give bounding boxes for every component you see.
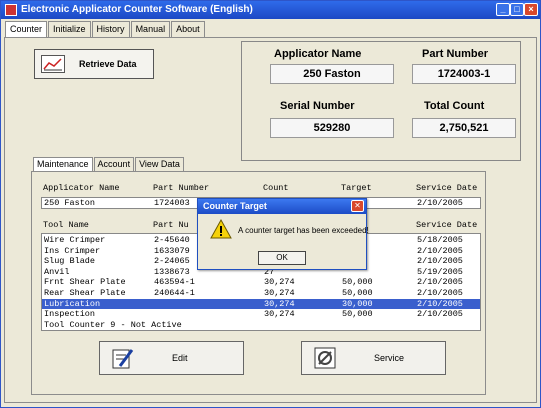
tool-target: 50,000 [342,277,373,288]
tool-name: Ins Crimper [44,245,101,256]
tool-service-date: 5/19/2005 [417,266,463,277]
col-header-applicator-name: Applicator Name [43,183,120,193]
app-window: Electronic Applicator Counter Software (… [0,0,541,408]
tab-manual[interactable]: Manual [130,21,171,37]
tool-name: Frnt Shear Plate [44,277,126,288]
tool-name: Wire Crimper [44,235,106,245]
applicator-info-box: Applicator Name 250 Faston Part Number 1… [241,41,521,161]
tool-service-date: 2/10/2005 [417,298,463,309]
serial-number-label: Serial Number [280,100,355,112]
serial-number-value: 529280 [270,118,394,138]
part-number-label: Part Number [422,48,489,60]
tab-view-data[interactable]: View Data [135,157,184,171]
tool-part: 240644-1 [154,288,195,298]
edit-button[interactable]: Edit [99,341,244,375]
table-row[interactable]: Frnt Shear Plate 463594-1 30,274 50,000 2/10… [42,277,480,287]
col-header-tool-service-date: Service Date [416,220,478,230]
tool-part: 2-45640 [154,235,190,245]
tool-part: 2-24065 [154,256,190,267]
tool-count: 30,274 [264,288,295,298]
tool-part: 1633079 [154,245,190,256]
total-count-value: 2,750,521 [412,118,516,138]
maximize-button[interactable]: □ [510,3,524,16]
minimize-button[interactable]: _ [496,3,510,16]
chart-icon [41,55,65,73]
row-part-number: 1724003 [154,198,190,208]
retrieve-data-button[interactable]: Retrieve Data [34,49,154,79]
col-header-tool-part: Part Nu [153,220,189,230]
table-row[interactable]: Tool Counter 9 - Not Active [42,320,480,330]
col-header-part-number: Part Number [153,183,210,193]
tool-target: 50,000 [342,288,373,298]
service-label: Service [374,353,405,363]
col-header-tool-name: Tool Name [43,220,89,230]
retrieve-data-label: Retrieve Data [79,59,137,69]
tool-service-date: 2/10/2005 [417,309,463,320]
tab-counter[interactable]: Counter [5,21,48,37]
main-tabs: Counter Initialize History Manual About [5,21,206,37]
col-header-count: Count [263,183,289,193]
tab-account[interactable]: Account [93,157,135,171]
dialog-ok-button[interactable]: OK [258,251,306,265]
dialog-title: Counter Target [198,199,366,214]
edit-label: Edit [172,353,188,363]
total-count-label: Total Count [424,100,485,112]
row-service-date: 2/10/2005 [417,198,463,208]
col-header-service-date: Service Date [416,183,478,193]
table-row[interactable]: Lubrication 30,274 30,000 2/10/2005 [42,298,480,309]
tool-count: 30,274 [264,309,295,320]
col-header-target: Target [341,183,372,193]
tab-maintenance[interactable]: Maintenance [33,157,93,171]
tool-name: Slug Blade [44,256,96,267]
title-bar: Electronic Applicator Counter Software (… [1,1,540,19]
tool-name: Tool Counter 9 - Not Active [44,319,182,330]
tool-part: 463594-1 [154,277,195,288]
tab-about[interactable]: About [171,21,205,37]
tool-service-date: 2/10/2005 [417,277,463,288]
tool-name: Lubrication [44,298,101,309]
tool-service-date: 2/10/2005 [417,288,463,298]
tool-name: Inspection [44,309,96,320]
table-row[interactable]: Rear Shear Plate 240644-1 30,274 50,000 2/10… [42,288,480,298]
service-button[interactable]: Service [301,341,446,375]
applicator-name-label: Applicator Name [274,48,362,60]
window-title: Electronic Applicator Counter Software (… [21,4,253,15]
sub-tabs: Maintenance Account View Data [33,157,185,171]
row-applicator-name: 250 Faston [44,198,96,208]
dialog-message: A counter target has been exceeded! [238,226,369,235]
tool-target: 30,000 [342,298,373,309]
edit-icon [112,349,134,369]
tool-service-date: 5/18/2005 [417,235,463,245]
tool-name: Rear Shear Plate [44,288,126,298]
tool-target: 50,000 [342,309,373,320]
dialog-close-icon[interactable]: ✕ [351,200,364,212]
tool-part: 1338673 [154,266,190,277]
wrench-icon [314,347,336,369]
tool-count: 30,274 [264,298,295,309]
tab-initialize[interactable]: Initialize [48,21,91,37]
close-button[interactable]: × [524,3,538,16]
table-row[interactable]: Inspection 30,274 50,000 2/10/2005 [42,309,480,319]
tab-history[interactable]: History [91,21,130,37]
tool-service-date: 2/10/2005 [417,256,463,267]
warning-icon [210,219,232,239]
counter-target-dialog: Counter Target ✕ A counter target has be… [197,198,369,270]
applicator-name-value: 250 Faston [270,64,394,84]
part-number-value: 1724003-1 [412,64,516,84]
tool-service-date: 2/10/2005 [417,245,463,256]
tool-count: 30,274 [264,277,295,288]
app-icon [5,4,17,16]
tool-name: Anvil [44,266,70,277]
